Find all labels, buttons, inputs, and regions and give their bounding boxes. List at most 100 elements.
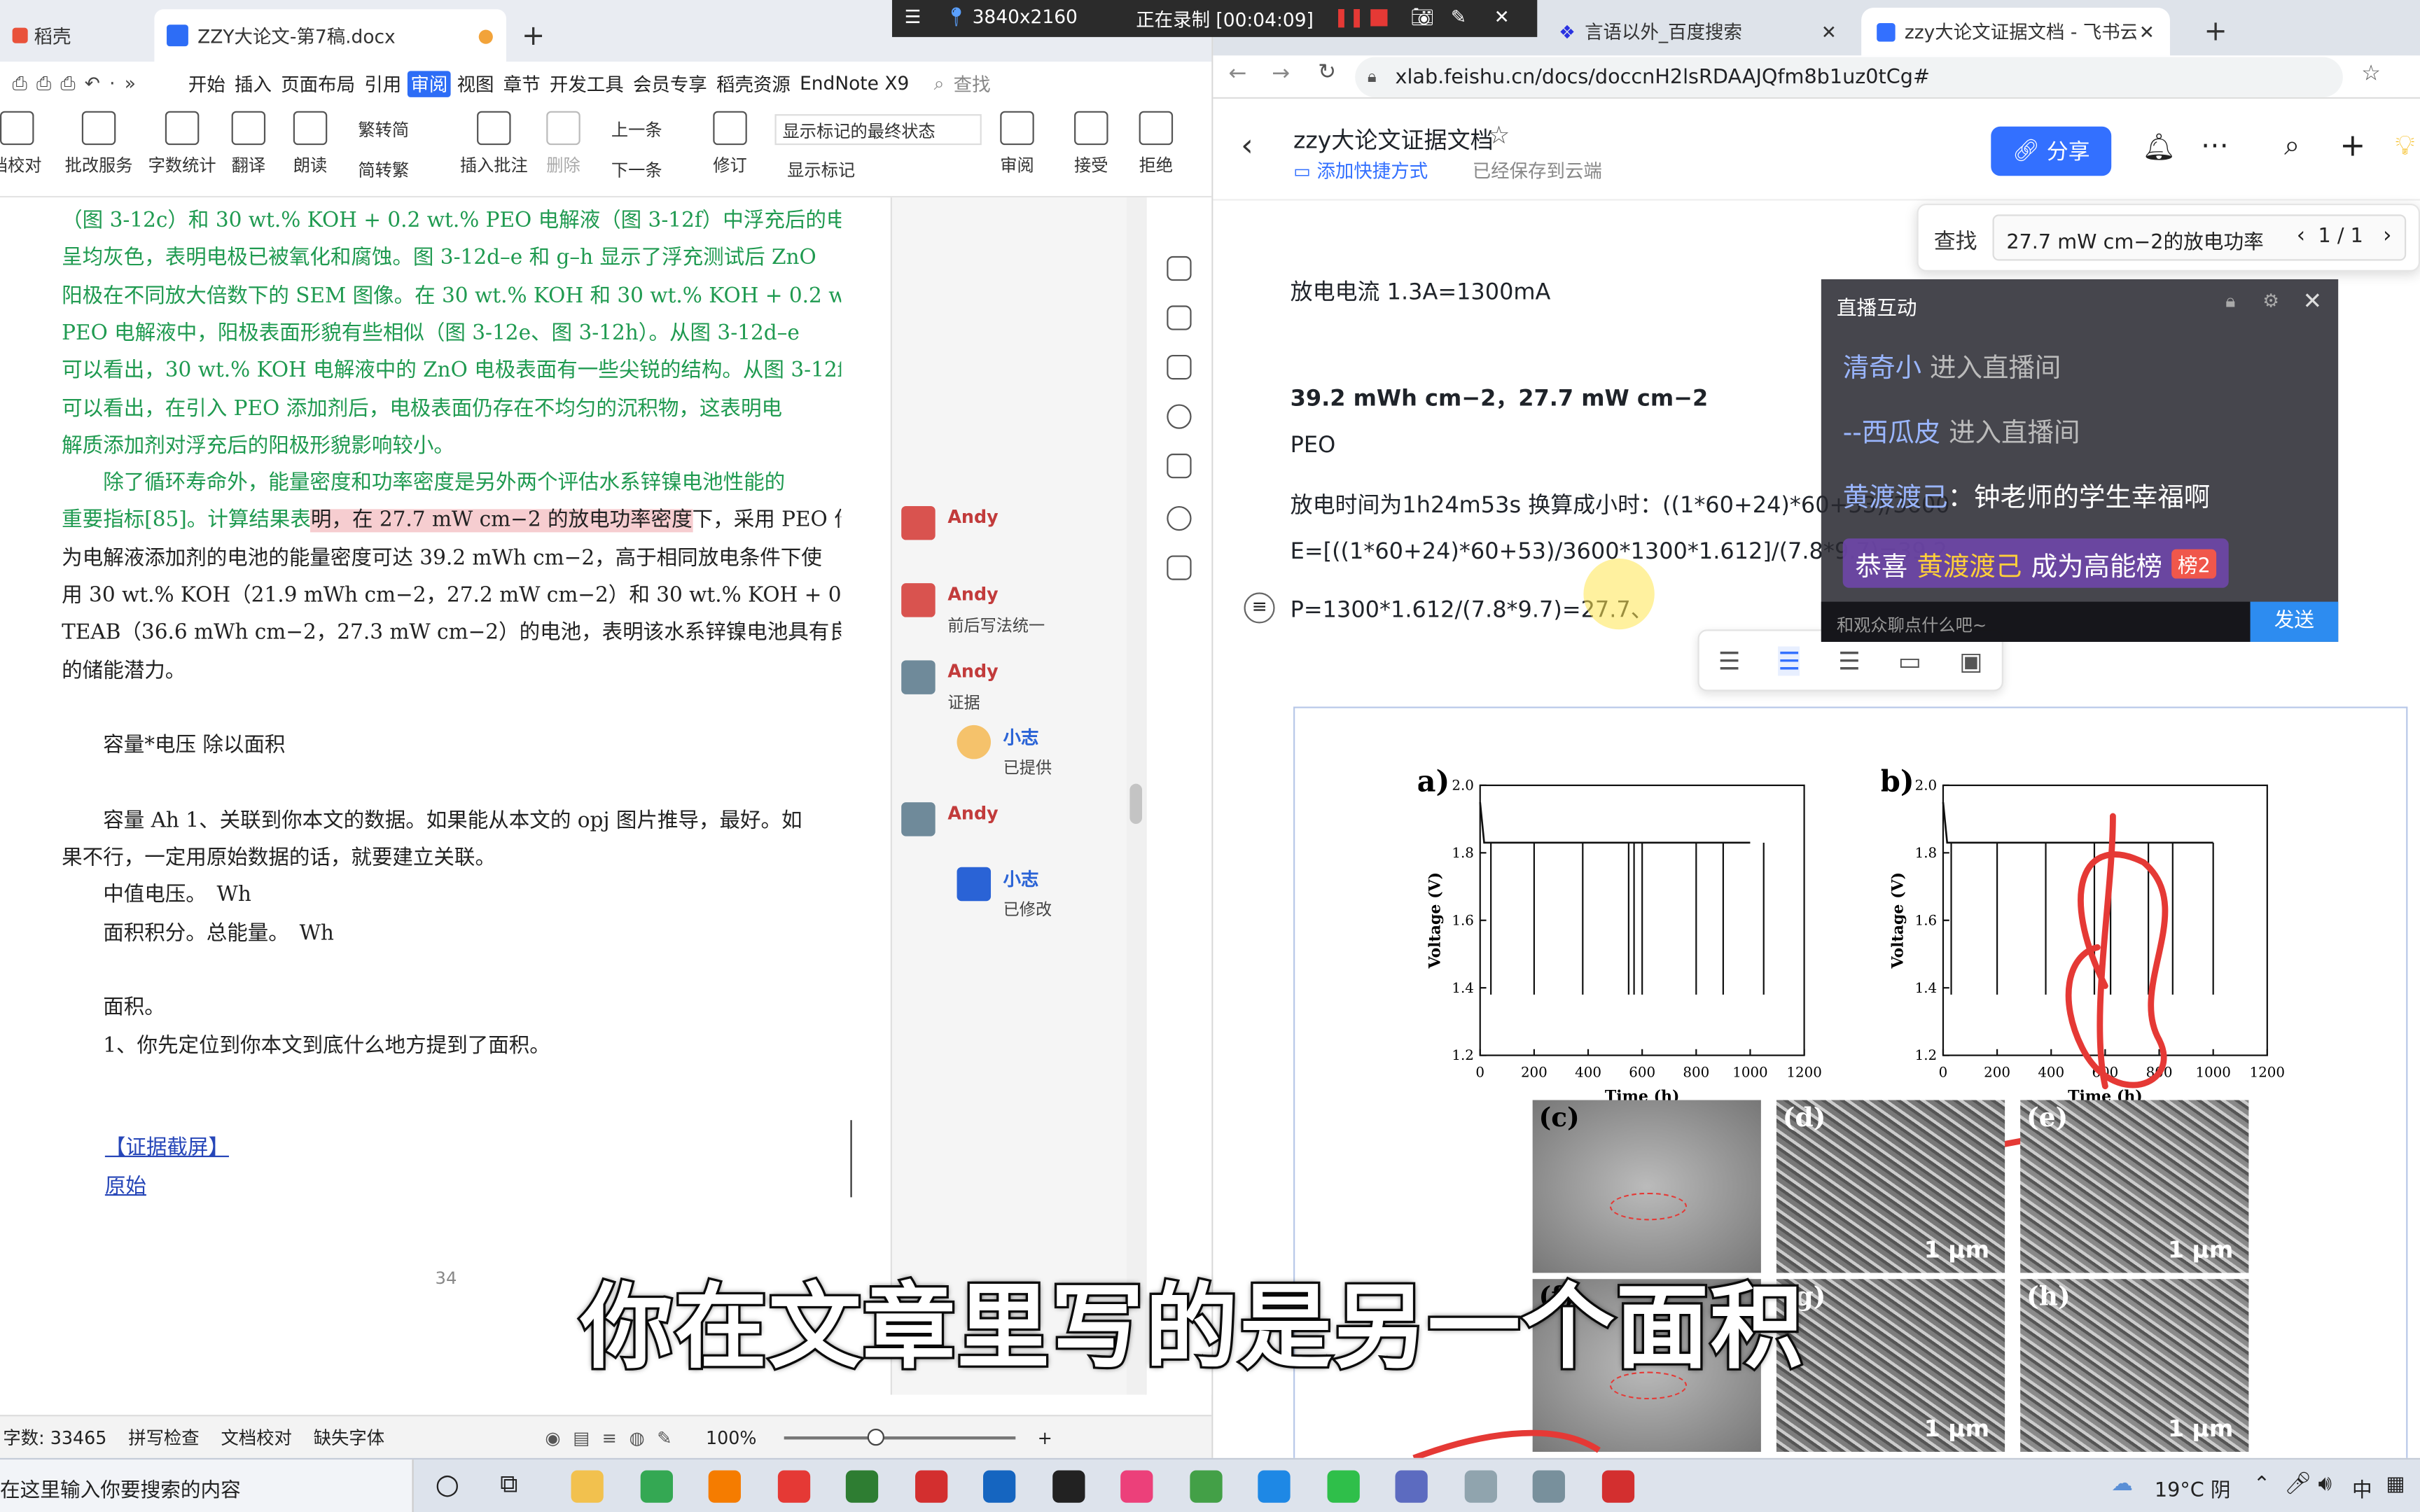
original-link[interactable]: 原始 (105, 1168, 146, 1199)
media-icon[interactable] (1120, 1470, 1153, 1503)
youdao-icon[interactable] (777, 1470, 810, 1503)
close-icon[interactable]: ✕ (2139, 21, 2155, 43)
read-aloud-button[interactable]: 朗读 (293, 111, 328, 178)
align-right-icon[interactable]: ☰ (1838, 645, 1861, 675)
url-input[interactable]: 🔒︎ xlab.feishu.cn/docs/doccnH2lsRDAAJQfm8… (1355, 57, 2343, 97)
search-icon[interactable]: ⌕ (931, 71, 947, 94)
block-menu-icon[interactable]: ≡ (1244, 592, 1275, 624)
taskbar-search[interactable]: 在这里输入你要搜索的内容 (0, 1460, 414, 1512)
chrome-icon[interactable] (639, 1470, 672, 1503)
menu-insert[interactable]: 插入 (232, 70, 275, 96)
wps-icon[interactable] (1601, 1470, 1634, 1503)
insert-comment-button[interactable]: 插入批注 (460, 111, 528, 178)
show-marks-button[interactable]: 显示标记 (787, 158, 855, 182)
mic-icon[interactable]: 🎤︎ (2284, 1472, 2311, 1497)
trad-to-simp-button[interactable]: 繁转简 (358, 118, 409, 142)
menu-chapter[interactable]: 章节 (500, 70, 543, 96)
lark-icon[interactable] (983, 1470, 1016, 1503)
send-button[interactable]: 发送 (2250, 601, 2339, 642)
find-prev-icon[interactable]: ‹ (2297, 224, 2305, 248)
comment-icon[interactable]: ▣ (1959, 645, 1982, 675)
reload-icon[interactable]: ↻ (1318, 60, 1336, 85)
doc-proof[interactable]: 文档校对 (221, 1424, 291, 1449)
pause-icon[interactable]: ❚❚ (1333, 6, 1364, 28)
menu-endnote[interactable]: EndNote X9 (797, 73, 912, 94)
menu-icon[interactable]: ☰ (905, 6, 922, 28)
delete-comment-button[interactable]: 删除 (546, 111, 580, 178)
menu-vip[interactable]: 会员专享 (630, 70, 711, 96)
chat-input[interactable]: 和观众聊点什么吧~ (1821, 601, 2251, 642)
find-next-icon[interactable]: › (2383, 224, 2391, 248)
find-input[interactable]: 27.7 mW cm−2的放电功率 ‹ 1 / 1 › (1992, 214, 2407, 261)
doc-proofread-button[interactable]: 档校对 (0, 111, 42, 178)
back-icon[interactable]: ← (1228, 62, 1246, 86)
app-icon[interactable] (1463, 1470, 1496, 1503)
wechat-icon[interactable] (1326, 1470, 1359, 1503)
doc-scrollbar[interactable] (1126, 197, 1146, 1395)
batch-service-button[interactable]: 批改服务 (65, 111, 133, 178)
comment-card[interactable]: Andy 前后写法统一 (898, 583, 1122, 642)
netease-music-icon[interactable] (914, 1470, 947, 1503)
cortana-icon[interactable]: ○ (436, 1469, 460, 1501)
search-app-icon[interactable] (708, 1470, 741, 1503)
new-tab-button[interactable]: + (509, 9, 557, 62)
gear-icon[interactable]: ⚙ (2262, 290, 2279, 312)
menu-review[interactable]: 审阅 (408, 70, 451, 97)
show-mode-select[interactable]: 显示标记的最终状态 (774, 114, 982, 146)
close-icon[interactable]: ✕ (2303, 287, 2323, 315)
speaker-icon[interactable]: 🔊︎ (2318, 1472, 2332, 1497)
menu-resources[interactable]: 稻壳资源 (714, 70, 794, 96)
review-button[interactable]: 审阅 (1000, 111, 1034, 178)
app-icon[interactable] (1532, 1470, 1565, 1503)
add-icon[interactable]: + (2339, 127, 2365, 164)
search-icon[interactable]: ⌕ (2284, 130, 2300, 162)
image-icon[interactable] (1167, 454, 1192, 479)
stop-icon[interactable] (1370, 9, 1388, 27)
bookmark-star-icon[interactable]: ☆ (2361, 62, 2381, 86)
more-icon[interactable]: ⋯ (2201, 130, 2229, 162)
cursor-icon[interactable] (1167, 555, 1192, 580)
help-icon[interactable] (1167, 404, 1192, 429)
image-mode-icon[interactable]: ▭ (1898, 645, 1921, 675)
app-icon[interactable] (845, 1470, 879, 1503)
pen-icon[interactable] (1167, 305, 1192, 330)
tab-baidu[interactable]: ❖ 言语以外_百度搜索 ✕ (1543, 8, 1852, 55)
tab-daoke[interactable]: 稻壳 (0, 9, 148, 62)
zoom-level[interactable]: 100% (706, 1427, 756, 1448)
prev-comment-button[interactable]: 上一条 (611, 118, 662, 142)
scroll-thumb[interactable] (1129, 783, 1143, 824)
align-center-icon[interactable]: ☰ (1778, 645, 1801, 676)
camera-icon[interactable]: 📷︎ (1411, 6, 1435, 28)
lightbulb-icon[interactable]: 💡︎ (2395, 130, 2415, 162)
rocket-icon[interactable] (1167, 255, 1192, 281)
tab-feishu[interactable]: zzy大论文证据文档 - 飞书云文 ✕ (1861, 8, 2170, 56)
menu-devtools[interactable]: 开发工具 (546, 70, 627, 96)
tray-arrow-icon[interactable]: ⌃ (2253, 1474, 2270, 1497)
zoom-in-icon[interactable]: + (1038, 1427, 1052, 1448)
sliders-icon[interactable] (1167, 354, 1192, 380)
bell-icon[interactable]: 🔔︎ (2142, 133, 2176, 164)
view-mode-icons[interactable]: ◉▤≡◍✎ (545, 1427, 684, 1448)
zoom-slider-thumb[interactable] (868, 1427, 885, 1446)
menu-view[interactable]: 视图 (454, 70, 497, 96)
menu-search[interactable]: 查找 (950, 70, 994, 96)
close-icon[interactable]: ✕ (1494, 6, 1510, 28)
simp-to-trad-button[interactable]: 简转繁 (358, 158, 409, 182)
pen-icon[interactable]: ✎ (1451, 6, 1466, 28)
task-view-icon[interactable]: ⧉ (500, 1469, 517, 1499)
app-icon[interactable] (1189, 1470, 1222, 1503)
lock-icon[interactable]: 🔒︎ (2225, 290, 2235, 313)
forward-icon[interactable]: → (1272, 62, 1290, 86)
missing-font[interactable]: 缺失字体 (314, 1424, 384, 1449)
recorder-icon[interactable] (1052, 1470, 1085, 1503)
reply-card[interactable]: 小志 已修改 (954, 867, 1178, 926)
zoom-slider[interactable] (784, 1427, 1016, 1446)
close-icon[interactable]: ✕ (1821, 21, 1837, 43)
compass-icon[interactable] (1167, 505, 1192, 531)
quick-access-icons[interactable]: ⎙⎙⎙↶·» (9, 71, 182, 94)
menu-layout[interactable]: 页面布局 (278, 70, 359, 96)
app-icon[interactable] (1258, 1470, 1291, 1503)
align-left-icon[interactable]: ☰ (1718, 645, 1741, 675)
comment-card[interactable]: Andy 证据 (898, 660, 1122, 719)
translate-button[interactable]: 翻译 (231, 111, 266, 178)
